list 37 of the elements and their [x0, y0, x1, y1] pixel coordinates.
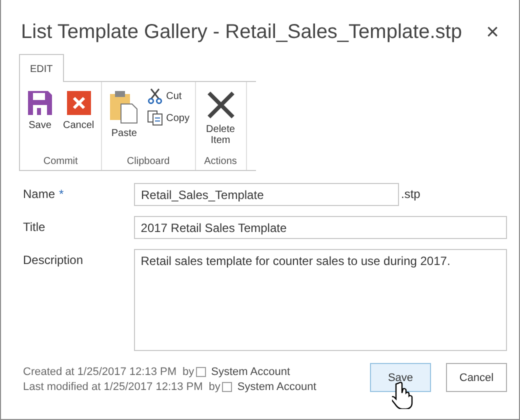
- scissors-icon: [147, 88, 164, 104]
- by-text: by: [208, 381, 220, 393]
- close-button[interactable]: ×: [484, 21, 501, 43]
- text-field[interactable]: 2017 Retail Sales Template: [134, 216, 507, 239]
- timestamp-text: Last modified at 1/25/2017 12:13 PM: [23, 381, 203, 393]
- extension-label: .stp: [400, 186, 420, 201]
- field-label: Title: [23, 220, 46, 234]
- save-button[interactable]: Save: [370, 363, 431, 392]
- group-label: Commit: [42, 156, 79, 167]
- dialog-title: List Template Gallery - Retail_Sales_Template.stp: [21, 20, 462, 44]
- clipboard-icon: [109, 90, 140, 124]
- ribbon-button[interactable]: Paste: [105, 86, 144, 143]
- timestamp-text: Created at 1/25/2017 12:13 PM: [23, 366, 176, 378]
- ribbon-button[interactable]: Save: [23, 86, 57, 135]
- cancel-icon: [66, 90, 92, 116]
- cancel-button[interactable]: Cancel: [446, 363, 507, 392]
- description-field[interactable]: Retail sales template for counter sales to use during 2017.: [134, 249, 507, 351]
- ribbon-button[interactable]: Delete Item: [198, 86, 242, 150]
- ribbon-button[interactable]: Copy: [145, 108, 192, 128]
- user-link[interactable]: System Account: [237, 381, 316, 393]
- required-mark: *: [59, 187, 64, 201]
- text-field[interactable]: Retail_Sales_Template: [134, 183, 399, 206]
- presence-icon: [196, 367, 206, 377]
- copy-icon: [147, 110, 164, 126]
- group-label: Clipboard: [126, 156, 171, 167]
- user-link[interactable]: System Account: [211, 366, 290, 378]
- hand-cursor-icon: [392, 381, 414, 409]
- group-label: Actions: [203, 156, 238, 167]
- delete-icon: [206, 90, 236, 120]
- ribbon-button[interactable]: Cut: [145, 86, 192, 106]
- presence-icon: [222, 382, 232, 392]
- by-text: by: [182, 366, 194, 378]
- ribbon-button[interactable]: Cancel: [59, 86, 98, 135]
- field-label: Name: [23, 187, 56, 201]
- ribbon-tab[interactable]: EDIT: [19, 54, 64, 82]
- save-icon: [27, 90, 53, 116]
- field-label: Description: [23, 253, 84, 267]
